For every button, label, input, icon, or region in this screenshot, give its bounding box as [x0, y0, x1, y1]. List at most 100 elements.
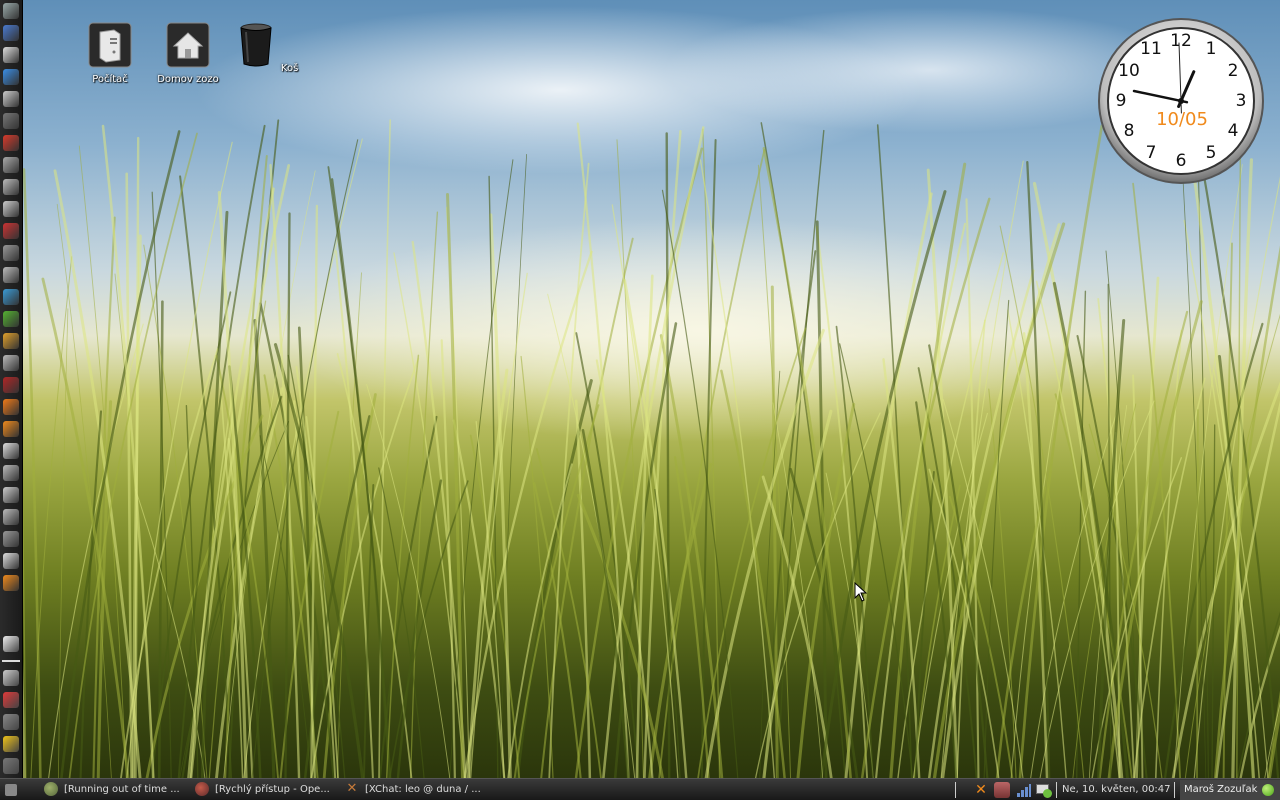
taskbar-item-xchat[interactable]: ✕ [XChat: leo @ duna / ... — [345, 779, 495, 800]
drop-icon[interactable] — [3, 69, 19, 85]
grass-blade — [179, 175, 233, 780]
grass-blade — [228, 365, 262, 780]
grass-blade — [1076, 290, 1087, 780]
grass-blade — [1154, 329, 1182, 780]
grass-blade — [134, 136, 140, 780]
xchat-icon[interactable] — [3, 575, 19, 591]
clock-datetime[interactable]: Ne, 10. květen, 00:47 — [1062, 779, 1171, 800]
clock-numeral: 10 — [1118, 61, 1140, 81]
grass-blade — [1133, 377, 1206, 780]
record-icon[interactable] — [3, 377, 19, 393]
grass-blade — [157, 300, 164, 780]
disk-icon[interactable] — [3, 355, 19, 371]
grass-blade — [720, 369, 787, 780]
analog-clock-widget[interactable]: 12 12 3 45678 9 1011 10/05 — [1097, 17, 1265, 185]
grass-blade — [940, 160, 1024, 780]
grass-blade — [335, 250, 374, 780]
grass-blade — [762, 147, 853, 780]
grass-blade — [59, 130, 181, 780]
audacious-icon[interactable] — [3, 333, 19, 349]
grass-blade — [227, 438, 254, 780]
network-tray-icon[interactable] — [1036, 782, 1052, 798]
im-icon[interactable] — [3, 113, 19, 129]
desktop-icon-trash[interactable]: Koš — [226, 22, 306, 74]
taskbar-item-opera[interactable]: [Rychlý přístup - Ope... — [195, 779, 339, 800]
character-map-icon[interactable] — [3, 179, 19, 195]
grass-blade — [659, 334, 724, 780]
shell-icon[interactable] — [3, 245, 19, 261]
terminal-icon[interactable] — [3, 3, 19, 19]
grass-blade — [1173, 164, 1243, 780]
signal-tray-icon[interactable] — [1016, 782, 1032, 798]
panel-separator — [2, 660, 20, 662]
grass-blade — [927, 269, 1035, 780]
desktop-icon-computer[interactable]: Počítač — [70, 22, 150, 85]
grass-blade — [119, 348, 219, 780]
opera-icon[interactable] — [3, 135, 19, 151]
desktop-icon-home[interactable]: Domov zozo — [148, 22, 228, 85]
grass-blade — [214, 387, 284, 780]
taskbar-item-audio[interactable]: [Running out of time ... — [44, 779, 188, 800]
settings-icon[interactable] — [3, 758, 19, 774]
grass-blade — [92, 216, 116, 780]
grass-blade — [215, 354, 280, 780]
grass-blade — [915, 401, 958, 780]
red-app-icon[interactable] — [3, 223, 19, 239]
grass-blade — [327, 166, 392, 780]
clock-numeral: 3 — [1236, 91, 1247, 111]
folder-icon[interactable] — [3, 736, 19, 752]
show-desktop-icon — [5, 784, 17, 796]
waveform-icon[interactable] — [3, 531, 19, 547]
no-entry-icon[interactable] — [3, 692, 19, 708]
grass-blade — [440, 339, 456, 780]
calculator-icon[interactable] — [3, 157, 19, 173]
grass-blade — [1107, 283, 1112, 780]
tools-icon[interactable] — [3, 553, 19, 569]
mail-icon[interactable] — [3, 636, 19, 652]
keyboard-icon[interactable] — [3, 509, 19, 525]
grass-blade — [466, 368, 509, 780]
grass-blade — [699, 159, 776, 780]
green-app-icon[interactable] — [3, 311, 19, 327]
eraser-icon[interactable] — [3, 267, 19, 283]
wrench-icon[interactable] — [3, 487, 19, 503]
show-desktop-button[interactable] — [2, 779, 20, 800]
monitor-icon[interactable] — [3, 289, 19, 305]
grass-blade — [1039, 400, 1155, 780]
firefox-icon[interactable] — [3, 399, 19, 415]
grass-blade — [535, 448, 603, 780]
grass-blade — [1098, 310, 1189, 780]
grass-blade — [295, 366, 337, 780]
grass-blade — [263, 374, 319, 780]
gear-panel-icon[interactable] — [3, 714, 19, 730]
grass-blade — [78, 145, 127, 780]
desktop-icon-label: Domov zozo — [157, 74, 219, 85]
printer-icon[interactable] — [3, 443, 19, 459]
grass-blade — [305, 416, 340, 780]
tool-icon[interactable] — [3, 670, 19, 686]
grass-blade — [297, 326, 316, 780]
grass-blade — [926, 168, 959, 780]
inkscape-icon[interactable] — [3, 47, 19, 63]
grass-blade — [665, 132, 671, 780]
grass-blade — [452, 419, 506, 780]
grass-blade — [932, 222, 1066, 780]
xchat-tray-icon[interactable]: ✕ — [972, 782, 990, 798]
grass-blade — [30, 256, 73, 780]
network-icon[interactable] — [3, 25, 19, 41]
user-status-button[interactable]: Maroš Zozuľak — [1180, 780, 1280, 800]
grass-blade — [616, 139, 644, 780]
grass-blade — [279, 410, 340, 780]
vlc-icon[interactable] — [3, 421, 19, 437]
pidgin-tray-icon[interactable] — [994, 782, 1010, 798]
grass-blade — [224, 155, 268, 780]
grass-blade — [1222, 242, 1233, 780]
grass-blade — [876, 124, 913, 780]
grass-blade — [548, 162, 590, 780]
scanner-icon[interactable] — [3, 201, 19, 217]
grass-blade — [446, 193, 464, 780]
grass-blade — [336, 353, 413, 780]
grass-blade — [1029, 409, 1118, 780]
globe-icon[interactable] — [3, 91, 19, 107]
screenshot-icon[interactable] — [3, 465, 19, 481]
